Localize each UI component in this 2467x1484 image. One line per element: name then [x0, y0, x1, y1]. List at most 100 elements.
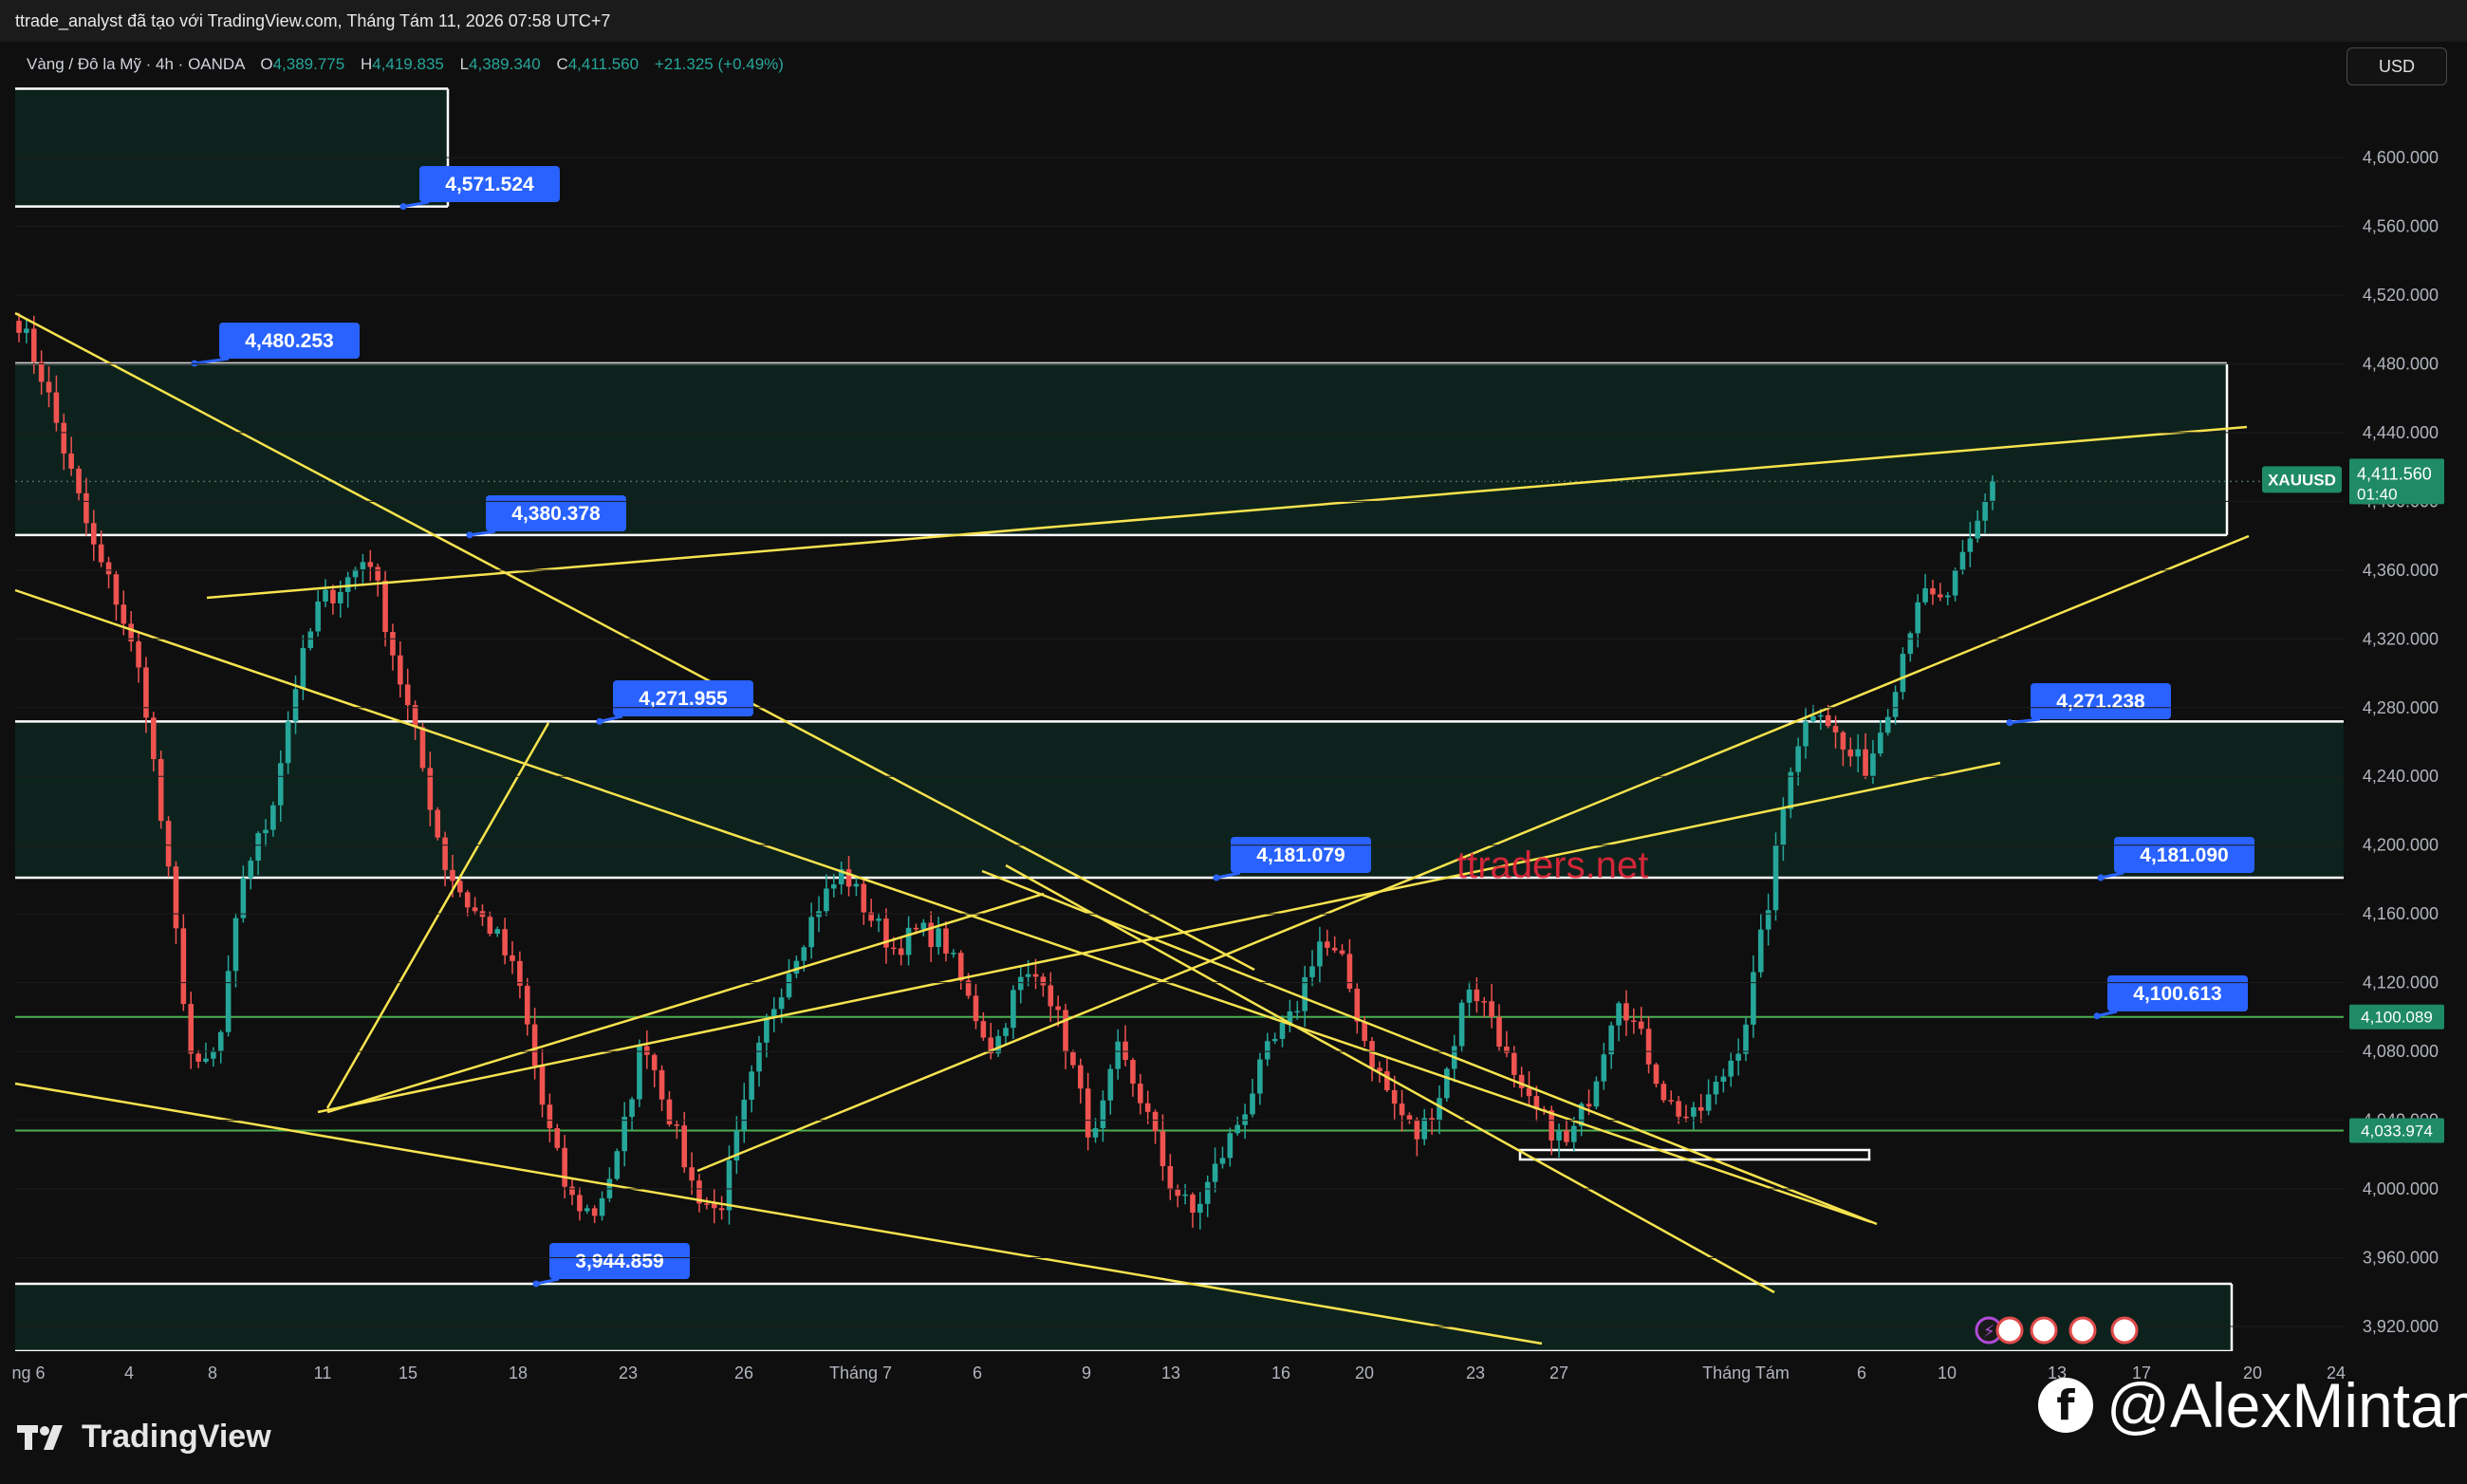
candle-body: [951, 953, 956, 955]
candle-body: [232, 918, 239, 972]
candle-body: [442, 837, 448, 870]
price-label-text: 4,271.238: [2056, 691, 2145, 713]
candle-body: [1040, 976, 1047, 986]
price-axis-bg: [2344, 42, 2467, 1351]
candle-body: [1032, 974, 1039, 977]
candle-body: [1720, 1076, 1727, 1083]
candle-body: [1982, 501, 1988, 521]
candle-body: [487, 917, 493, 935]
candle-body: [726, 1160, 733, 1211]
candle-body: [1204, 1181, 1211, 1204]
candle-body: [1825, 714, 1831, 727]
candle-body: [307, 631, 314, 648]
candle-body: [195, 1053, 201, 1062]
candle-body: [1331, 947, 1338, 951]
candle-body: [1182, 1194, 1188, 1196]
candle-body: [1938, 594, 1943, 598]
candle-body: [1070, 1051, 1076, 1066]
y-tick-label: 4,480.000: [2363, 354, 2439, 373]
candle-body: [1795, 746, 1801, 772]
price-chart[interactable]: 4,100.089 4,033.974 4,571.524 4,480.253 4,3…: [0, 42, 2467, 1393]
candle-body: [173, 866, 179, 929]
candle-body: [876, 918, 881, 921]
candle-body: [330, 589, 336, 603]
candle-body: [1683, 1116, 1689, 1119]
us-flag-icon: [2068, 1316, 2097, 1345]
price-label-anchor: [2006, 719, 2013, 727]
candle-body: [1697, 1106, 1704, 1111]
candle-body: [1892, 692, 1899, 717]
zone-rect: [15, 1283, 2232, 1351]
x-tick-label: 18: [509, 1363, 528, 1382]
candle-body: [203, 1058, 209, 1062]
candle-body: [472, 907, 478, 912]
candle-body: [1384, 1071, 1390, 1090]
candle-body: [801, 947, 807, 961]
candle-body: [1219, 1158, 1226, 1164]
candle-body: [285, 721, 291, 764]
price-label-anchor: [2097, 874, 2105, 881]
candle-body: [323, 589, 328, 602]
candle-body: [793, 960, 800, 974]
candle-body: [30, 328, 37, 362]
candle-body: [1616, 1003, 1622, 1026]
y-tick-label: 4,120.000: [2363, 974, 2439, 992]
y-tick-label: 4,440.000: [2363, 423, 2439, 442]
candle-body: [390, 632, 396, 656]
candle-body: [90, 523, 97, 545]
tradingview-mark-icon: [17, 1424, 63, 1450]
candle-body: [450, 869, 455, 881]
candle-body: [1570, 1125, 1577, 1142]
candle-body: [1645, 1029, 1652, 1065]
candle-body: [1751, 972, 1756, 1025]
x-tick-label: 13: [1161, 1363, 1180, 1382]
candle-body: [165, 821, 172, 867]
candle-body: [1975, 520, 1981, 539]
x-tick-label: 26: [734, 1363, 753, 1382]
candle-body: [830, 884, 837, 889]
price-label-text: 3,944.859: [575, 1251, 663, 1272]
social-handle: @AlexMintan: [2106, 1370, 2467, 1440]
last-price-text: 4,411.560: [2357, 464, 2432, 483]
price-label-anchor: [466, 531, 473, 539]
legend-change: +21.325 (+0.49%): [655, 55, 784, 73]
zone-rect: [15, 362, 2227, 535]
candle-body: [1832, 726, 1839, 733]
candle-body: [629, 1099, 635, 1117]
candle-body: [1817, 714, 1824, 717]
candle-body: [263, 829, 269, 834]
candle-body: [1025, 974, 1031, 977]
candle-body: [584, 1208, 590, 1212]
candle-body: [1152, 1111, 1159, 1132]
candle-body: [644, 1046, 650, 1055]
zone-rect: [15, 88, 448, 207]
candle-body: [554, 1128, 561, 1148]
candle-body: [861, 883, 867, 913]
price-label-text: 4,380.378: [511, 503, 601, 525]
candle-body: [1257, 1059, 1263, 1094]
candle-body: [591, 1208, 598, 1216]
candle-body: [936, 928, 941, 948]
candle-body: [1175, 1189, 1181, 1196]
candle-body: [1757, 929, 1764, 973]
candle-body: [1593, 1081, 1600, 1107]
candle-body: [1011, 990, 1016, 1029]
candle-body: [1197, 1203, 1203, 1214]
created-by-text: ttrade_analyst đã tạo với TradingView.co…: [15, 10, 611, 30]
candle-body: [778, 997, 785, 1010]
candle-body: [1481, 1001, 1488, 1003]
candle-body: [711, 1203, 717, 1209]
currency-button[interactable]: USD: [2346, 47, 2447, 85]
candle-body: [1990, 481, 1995, 502]
candle-body: [1317, 941, 1323, 967]
candle-body: [1676, 1101, 1681, 1117]
candle-body: [217, 1031, 224, 1051]
price-label-text: 4,181.079: [1256, 844, 1345, 866]
x-tick-label: 23: [619, 1363, 638, 1382]
zone-rect: [15, 721, 2344, 878]
candle-body: [435, 809, 441, 838]
y-tick-label: 4,200.000: [2363, 836, 2439, 855]
tradingview-logo[interactable]: TradingView: [17, 1419, 271, 1456]
x-tick-label: 6: [1857, 1363, 1866, 1382]
candle-body: [1130, 1060, 1136, 1085]
